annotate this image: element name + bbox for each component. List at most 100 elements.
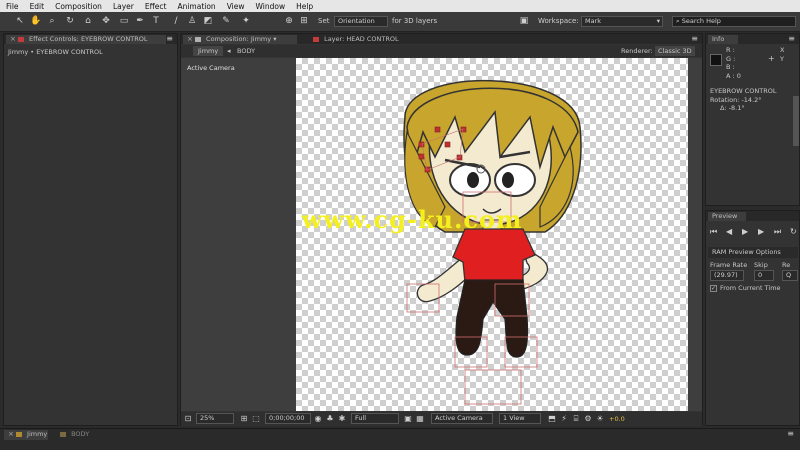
menu-file[interactable]: File (6, 2, 19, 11)
world-axis-icon[interactable]: ⊞ (298, 15, 310, 28)
close-icon[interactable]: × (8, 430, 14, 438)
hand-tool-icon[interactable]: ✋ (30, 15, 42, 28)
menu-window[interactable]: Window (256, 2, 286, 11)
camera-dropdown[interactable]: Active Camera (431, 413, 493, 424)
playback-controls: ⏮ ◀ ▶ ▶ ⏭ ↻ (708, 227, 798, 239)
breadcrumb-jimmy[interactable]: Jimmy (193, 46, 224, 56)
tab-timeline-body[interactable]: BODY (56, 430, 96, 440)
close-icon[interactable]: × (10, 35, 16, 43)
snapshot-icon[interactable]: ◉ (313, 414, 323, 424)
info-scrollbar[interactable] (793, 96, 799, 146)
show-snapshot-icon[interactable]: ♣ (325, 414, 335, 424)
transparency-grid-icon[interactable]: ▦ (415, 414, 425, 424)
effect-controls-title: Effect Controls: EYEBROW CONTROL (29, 35, 148, 43)
menu-effect[interactable]: Effect (145, 2, 167, 11)
puppet-pin-tool-icon[interactable]: ✦ (240, 15, 252, 28)
fast-preview-icon[interactable]: ⚡ (559, 414, 569, 424)
eraser-tool-icon[interactable]: ◩ (202, 15, 214, 28)
previous-frame-icon[interactable]: ◀ (726, 227, 732, 236)
resolution-dropdown[interactable]: Q (782, 270, 798, 281)
workspace-label: Workspace: (538, 17, 579, 25)
always-preview-icon[interactable]: ⊡ (183, 414, 193, 424)
breadcrumb: Jimmy ◂ BODY Renderer: Classic 3D (181, 45, 702, 57)
info-layer-readout: EYEBROW CONTROL Rotation: -14.2° Δ: -8.1… (710, 87, 777, 113)
composition-footer: ⊡ 25% ⊞ ⬚ 0;00;00;00 ◉ ♣ ✱ Full ▣ ▦ Acti… (181, 412, 702, 426)
tab-info[interactable]: Info (708, 35, 738, 44)
menu-bar: File Edit Composition Layer Effect Anima… (0, 0, 800, 12)
panel-menu-icon[interactable]: ≡ (787, 429, 794, 438)
next-frame-icon[interactable]: ▶ (758, 227, 764, 236)
breadcrumb-body[interactable]: BODY (237, 46, 255, 56)
camera-tool-icon[interactable]: ⌂ (82, 15, 94, 28)
menu-view[interactable]: View (227, 2, 245, 11)
effect-controls-path: Jimmy • EYEBROW CONTROL (8, 48, 103, 56)
rectangle-tool-icon[interactable]: ▭ (118, 15, 130, 28)
pixel-aspect-icon[interactable]: ⬒ (547, 414, 557, 424)
right-eye (494, 163, 536, 197)
info-x: X (780, 46, 785, 54)
menu-animation[interactable]: Animation (177, 2, 215, 11)
timecode-display[interactable]: 0;00;00;00 (265, 413, 311, 424)
rotate-tool-icon[interactable]: ↻ (64, 15, 76, 28)
search-help-field[interactable]: ⌕ Search Help (672, 16, 796, 27)
info-panel: Info ≡ R : G : B : A : 0 + X Y EYEBROW C… (705, 33, 800, 206)
loop-icon[interactable]: ↻ (790, 227, 797, 236)
from-current-time-checkbox[interactable]: ✓ (710, 285, 717, 292)
menu-edit[interactable]: Edit (30, 2, 45, 11)
first-frame-icon[interactable]: ⏮ (710, 227, 717, 237)
search-icon: ⌕ (676, 17, 680, 25)
panel-menu-icon[interactable]: ≡ (691, 34, 698, 43)
comp-color-icon (15, 431, 22, 437)
flowchart-icon[interactable]: ⚙ (583, 414, 593, 424)
timeline-icon[interactable]: ⌸ (571, 414, 581, 424)
pen-tool-icon[interactable]: ✒ (134, 15, 146, 28)
info-delta: Δ: -8.1° (720, 104, 745, 112)
tab-composition[interactable]: × Composition: Jimmy ▾ (183, 35, 297, 44)
frame-rate-dropdown[interactable]: (29.97) (710, 270, 744, 281)
play-icon[interactable]: ▶ (742, 227, 748, 236)
menu-layer[interactable]: Layer (113, 2, 134, 11)
xy-readout: X Y (780, 46, 784, 63)
menu-help[interactable]: Help (296, 2, 313, 11)
local-axis-icon[interactable]: ⊕ (283, 15, 295, 28)
ram-preview-options-header[interactable]: RAM Preview Options (708, 247, 798, 258)
menu-composition[interactable]: Composition (55, 2, 102, 11)
type-tool-icon[interactable]: T (150, 15, 162, 28)
crosshair-icon: + (768, 54, 775, 63)
region-of-interest-icon[interactable]: ▣ (403, 414, 413, 424)
right-pupil (502, 172, 514, 188)
timeline-panel: × Jimmy BODY ≡ (0, 428, 800, 450)
shirt (452, 228, 536, 283)
workspace-dropdown[interactable]: Mark ▾ (581, 16, 663, 27)
clone-stamp-tool-icon[interactable]: ♙ (186, 15, 198, 28)
pan-behind-tool-icon[interactable]: ✥ (100, 15, 112, 28)
skip-dropdown[interactable]: 0 (754, 270, 774, 281)
exposure-value[interactable]: +0.0 (609, 415, 625, 423)
for-3d-layers-label: for 3D layers (392, 17, 438, 25)
roto-brush-tool-icon[interactable]: ✎ (220, 15, 232, 28)
close-icon[interactable]: × (187, 35, 193, 43)
panel-menu-icon[interactable]: ≡ (166, 34, 173, 43)
zoom-dropdown[interactable]: 25% (196, 413, 234, 424)
panel-menu-icon[interactable]: ≡ (788, 34, 795, 43)
toolbar: ↖ ✋ ⌕ ↻ ⌂ ✥ ▭ ✒ T ∕ ♙ ◩ ✎ ✦ ⊕ ⊞ Set Orie… (0, 12, 800, 32)
zoom-tool-icon[interactable]: ⌕ (46, 15, 58, 28)
orientation-dropdown[interactable]: Orientation (334, 16, 388, 27)
exposure-icon[interactable]: ☀ (595, 414, 605, 424)
left-pupil (467, 172, 479, 188)
channel-icon[interactable]: ✱ (337, 414, 347, 424)
grid-icon[interactable]: ⊞ (239, 414, 249, 424)
selection-tool-icon[interactable]: ↖ (14, 15, 26, 28)
view-layout-dropdown[interactable]: 1 View (499, 413, 541, 424)
mask-icon[interactable]: ⬚ (251, 414, 261, 424)
resolution-dropdown[interactable]: Full (351, 413, 399, 424)
tab-timeline-jimmy[interactable]: × Jimmy (4, 430, 48, 440)
renderer-dropdown[interactable]: Classic 3D (655, 46, 695, 56)
brush-tool-icon[interactable]: ∕ (170, 15, 182, 28)
search-placeholder: Search Help (681, 17, 721, 25)
tab-preview[interactable]: Preview (708, 212, 746, 221)
screen-icon[interactable]: ▣ (518, 15, 530, 28)
tab-effect-controls[interactable]: × Effect Controls: EYEBROW CONTROL (6, 35, 166, 44)
tab-layer[interactable]: Layer: HEAD CONTROL (309, 35, 419, 44)
last-frame-icon[interactable]: ⏭ (774, 227, 781, 237)
